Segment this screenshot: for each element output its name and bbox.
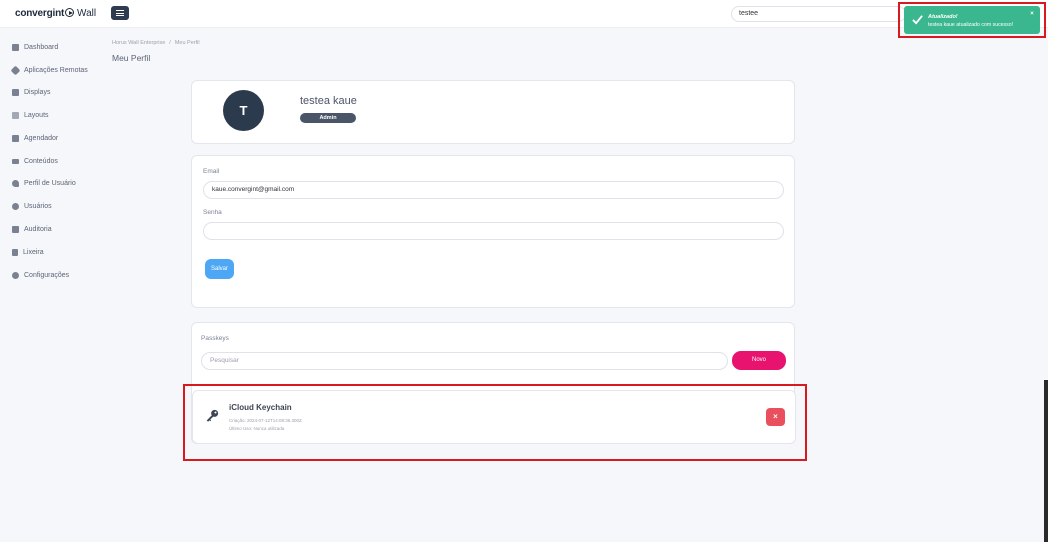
- passkey-search-input[interactable]: Pesquisar: [201, 352, 728, 370]
- passkey-created: Criação: 2024-07-12T14:08:36.300Z: [229, 418, 302, 423]
- password-label: Senha: [203, 209, 222, 216]
- password-field[interactable]: [203, 222, 784, 240]
- sidebar-item-label: Agendador: [24, 134, 59, 142]
- sidebar-item-users[interactable]: Usuários: [12, 200, 52, 212]
- passkey-last-used: Último Uso: Nunca utilizada: [229, 426, 285, 431]
- product-name: Wall: [77, 8, 97, 19]
- avatar: T: [223, 90, 264, 131]
- gear-icon: [12, 271, 19, 279]
- check-icon: [912, 15, 923, 25]
- displays-icon: [12, 88, 19, 96]
- breadcrumb-root[interactable]: Horus Wall Enterprise: [112, 40, 165, 46]
- top-bar: convergint Wall testee: [0, 0, 1048, 28]
- profile-card: T testea kaue Admin: [191, 80, 795, 144]
- contents-icon: [12, 158, 19, 164]
- sidebar-item-label: Dashboard: [24, 43, 59, 51]
- sidebar-item-label: Usuários: [24, 202, 52, 210]
- sidebar-item-label: Conteúdos: [24, 157, 58, 165]
- flag-icon: [12, 225, 19, 233]
- sidebar-item-remote-apps[interactable]: Aplicações Remotas: [10, 64, 88, 76]
- sidebar-item-audit[interactable]: Auditoria: [12, 223, 52, 235]
- breadcrumb-separator: /: [169, 40, 171, 46]
- layouts-icon: [12, 111, 19, 119]
- sidebar-item-label: Lixeira: [23, 248, 44, 256]
- credentials-card: Email kaue.convergint@gmail.com Senha Sa…: [191, 155, 795, 308]
- toast-message: testea kaue atualizado com sucesso!: [928, 22, 1014, 28]
- passkeys-card: Passkeys Pesquisar Novo iCloud Keychain …: [191, 322, 796, 444]
- sidebar-item-trash[interactable]: Lixeira: [12, 246, 44, 258]
- page-title: Meu Perfil: [112, 53, 151, 63]
- breadcrumb-current: Meu Perfil: [174, 40, 200, 46]
- trash-icon: [12, 248, 18, 256]
- sidebar-item-displays[interactable]: Displays: [12, 86, 50, 98]
- email-field[interactable]: kaue.convergint@gmail.com: [203, 181, 784, 199]
- profile-name: testea kaue: [300, 95, 357, 107]
- sidebar-item-label: Displays: [24, 88, 51, 96]
- sidebar-item-scheduler[interactable]: Agendador: [12, 132, 58, 144]
- users-icon: [12, 202, 19, 210]
- sidebar: Dashboard Aplicações Remotas Displays La…: [0, 28, 100, 542]
- sidebar-item-layouts[interactable]: Layouts: [12, 109, 49, 121]
- email-label: Email: [203, 168, 220, 175]
- sidebar-item-label: Configurações: [24, 271, 70, 279]
- passkey-name: iCloud Keychain: [229, 403, 292, 412]
- sidebar-item-user-profile[interactable]: Perfil de Usuário: [12, 177, 76, 189]
- window-edge: [1044, 380, 1048, 542]
- close-icon[interactable]: ×: [1028, 10, 1036, 18]
- save-button[interactable]: Salvar: [205, 259, 234, 279]
- success-toast: Atualizado! testea kaue atualizado com s…: [904, 6, 1040, 34]
- key-icon: [206, 409, 219, 422]
- breadcrumb: Horus Wall Enterprise / Meu Perfil: [112, 40, 200, 46]
- delete-passkey-button[interactable]: ×: [766, 408, 785, 426]
- sidebar-item-label: Auditoria: [24, 225, 52, 233]
- passkeys-label: Passkeys: [201, 335, 229, 342]
- passkey-item: iCloud Keychain Criação: 2024-07-12T14:0…: [192, 390, 796, 444]
- global-search-input[interactable]: testee: [731, 6, 906, 22]
- toast-title: Atualizado!: [928, 14, 958, 20]
- sidebar-item-dashboard[interactable]: Dashboard: [12, 41, 58, 53]
- key-icon: [12, 179, 19, 187]
- menu-toggle-button[interactable]: [111, 6, 129, 20]
- dashboard-icon: [12, 43, 19, 51]
- role-badge: Admin: [300, 113, 356, 123]
- calendar-icon: [12, 134, 19, 142]
- play-circle-icon: [65, 8, 74, 17]
- sidebar-item-label: Layouts: [24, 111, 49, 119]
- remote-apps-icon: [10, 65, 21, 75]
- sidebar-item-contents[interactable]: Conteúdos: [12, 155, 58, 167]
- sidebar-item-label: Perfil de Usuário: [24, 179, 76, 187]
- sidebar-item-settings[interactable]: Configurações: [12, 269, 69, 281]
- sidebar-item-label: Aplicações Remotas: [24, 66, 88, 74]
- brand-logo[interactable]: convergint: [15, 8, 64, 19]
- new-passkey-button[interactable]: Novo: [732, 351, 786, 370]
